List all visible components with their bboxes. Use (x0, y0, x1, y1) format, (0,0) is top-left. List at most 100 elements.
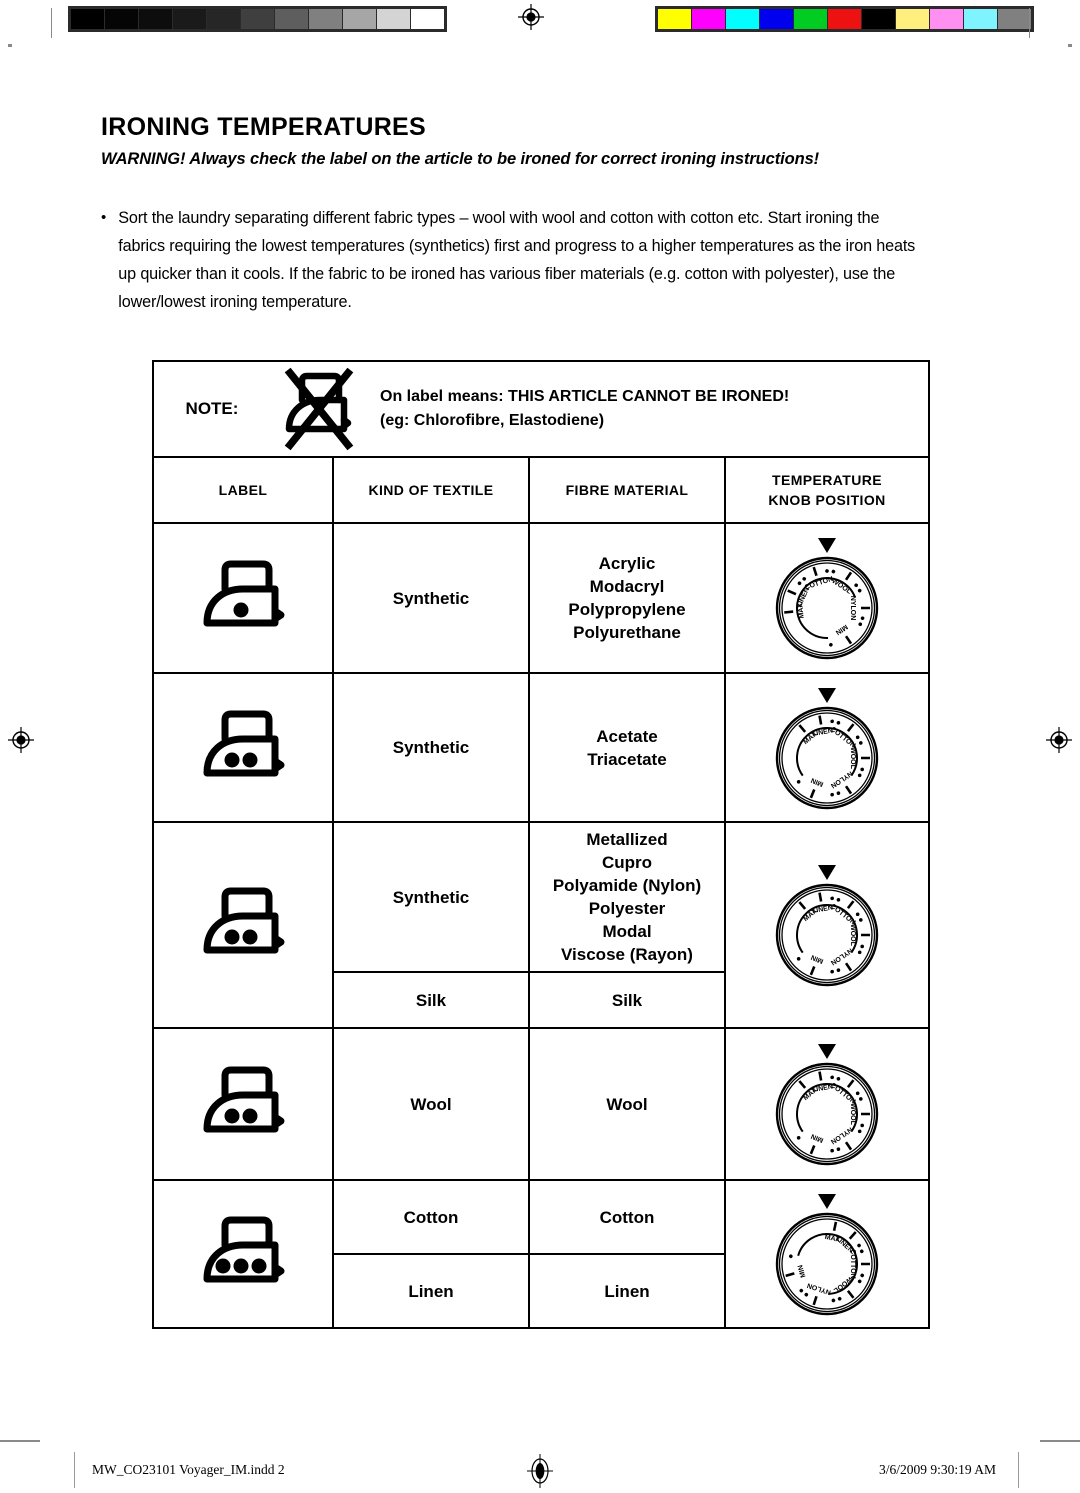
grayscale-swatch (241, 9, 275, 29)
color-swatch (896, 9, 930, 29)
label-symbol-cell (152, 522, 334, 674)
note-label: NOTE: (185, 399, 239, 418)
kind-of-textile-cell: Linen (332, 1253, 530, 1329)
table-row: Synthetic Acetate Triacetate MIN NYLON WOOL… (152, 672, 931, 823)
temperature-knob-dial: MIN NYLON WOOL COTTON LINEN MAX (726, 1038, 928, 1170)
crop-mark (8, 44, 12, 47)
fibre-material-line: Viscose (Rayon) (561, 945, 693, 964)
color-swatch (862, 9, 896, 29)
fibre-material-line: Triacetate (587, 749, 667, 769)
knob-tick-label: WOOL (849, 924, 856, 946)
grayscale-swatch (207, 9, 241, 29)
label-symbol-cell (152, 1179, 334, 1329)
note-description-line1: On label means: THIS ARTICLE CANNOT BE I… (380, 388, 790, 405)
instruction-bullet: • Sort the laundry separating different … (101, 204, 921, 316)
label-symbol-cell (152, 672, 334, 823)
knob-tick-label: COTTON (829, 903, 857, 927)
note-description-line2: (eg: Chlorofibre, Elastodiene) (380, 412, 605, 429)
crop-mark (1018, 1452, 1019, 1488)
crop-mark (1029, 8, 1030, 38)
fibre-material-cell: Cotton (528, 1179, 726, 1255)
registration-target-right (1046, 727, 1072, 753)
knob-tick-label: MIN (834, 623, 849, 636)
footer-filename: MW_CO23101 Voyager_IM.indd 2 (92, 1462, 285, 1477)
fibre-material-line: Polyamide (Nylon) (552, 876, 702, 895)
knob-tick-label: MIN (797, 1264, 807, 1278)
knob-tick-label: NYLON (849, 596, 856, 621)
column-header-temperature: TEMPERATURE KNOB POSITION (723, 456, 931, 524)
knob-pointer-triangle (818, 538, 837, 553)
knob-tick-label: MIN (810, 953, 825, 964)
footer-timestamp: 3/6/2009 9:30:19 AM (878, 1462, 996, 1477)
grayscale-swatch (71, 9, 105, 29)
kind-of-textile-cell: Silk (332, 971, 530, 1029)
process-color-control-bar (655, 6, 1034, 32)
registration-target-top (518, 4, 544, 30)
knob-tick-label: MIN (810, 776, 825, 787)
table-row: Wool Wool MIN NYLON WOOL COTTON LINEN MAX (152, 1027, 931, 1181)
temperature-knob-cell: MIN NYLON WOOL COTTON LINEN MAX (723, 821, 931, 1029)
grayscale-swatch (377, 9, 411, 29)
iron-2-dot-icon (154, 707, 332, 789)
fibre-material-cell: Linen (528, 1253, 726, 1329)
knob-tick-label: NYLON (829, 769, 853, 789)
fibre-material-line: Acetate (596, 726, 658, 746)
crop-mark (74, 1452, 75, 1488)
fibre-material-cell: Acrylic Modacryl Polypropylene Polyurethane (528, 522, 726, 674)
temperature-knob-cell: MIN NYLON WOOL COTTON LINEN MAX (723, 672, 931, 823)
table-header-row: LABEL KIND OF TEXTILE FIBRE MATERIAL TEM… (152, 456, 931, 524)
color-swatch (726, 9, 760, 29)
column-header-temperature-line2: KNOB POSITION (768, 492, 886, 508)
knob-pointer-triangle (818, 1044, 837, 1059)
kind-of-textile-cell: Synthetic (332, 672, 530, 823)
knob-tick-label: MAX (797, 602, 806, 619)
knob-tick-label: NYLON (829, 947, 853, 967)
temperature-knob-cell: MIN NYLON WOOL COTTON LINEN MAX (723, 522, 931, 674)
table-row: Synthetic Acrylic Modacryl Polypropylene Po… (152, 522, 931, 674)
registration-target-left (8, 727, 34, 753)
kind-of-textile-cell: Wool (332, 1027, 530, 1181)
temperature-knob-dial: MIN NYLON WOOL COTTON LINEN MAX (726, 682, 928, 814)
knob-pointer-triangle (818, 865, 837, 880)
temperature-knob-dial: MIN NYLON WOOL COTTON LINEN MAX (726, 1188, 928, 1320)
crop-mark (51, 8, 52, 38)
kind-of-textile-cell: Synthetic (332, 821, 530, 973)
table-row: Synthetic Metallized Cupro Polyamide (Nylo… (152, 821, 931, 1029)
temperature-knob-dial: MIN NYLON WOOL COTTON LINEN MAX (726, 859, 928, 991)
page-footer: MW_CO23101 Voyager_IM.indd 2 3/6/2009 9:… (0, 1442, 1080, 1490)
fibre-material-line: Modacryl (589, 577, 665, 596)
kind-of-textile-cell: Cotton (332, 1179, 530, 1255)
color-swatch (930, 9, 964, 29)
fibre-material-line: Polyurethane (573, 623, 681, 642)
knob-tick-label: MIN (810, 1132, 825, 1143)
color-swatch (794, 9, 828, 29)
grayscale-swatch (105, 9, 139, 29)
iron-1-dot-icon (154, 557, 332, 639)
fibre-material-line: Modal (602, 922, 652, 941)
ironing-temperature-table: NOTE: On label means: THIS ARTICLE CANNO… (151, 360, 931, 1329)
temperature-knob-cell: MIN NYLON WOOL COTTON LINEN MAX (723, 1027, 931, 1181)
knob-tick-label: NYLON (806, 1281, 831, 1295)
fibre-material-cell: Wool (528, 1027, 726, 1181)
fibre-material-line: Polypropylene (568, 600, 686, 619)
grayscale-swatch (173, 9, 207, 29)
note-description: On label means: THIS ARTICLE CANNOT BE I… (366, 385, 928, 433)
knob-tick-label: NYLON (829, 1126, 853, 1146)
color-swatch (760, 9, 794, 29)
knob-tick-label: WOOL (849, 1103, 856, 1125)
grayscale-swatch (139, 9, 173, 29)
color-swatch (658, 9, 692, 29)
column-header-label: LABEL (152, 456, 334, 524)
fibre-material-cell: Metallized Cupro Polyamide (Nylon) Polyeste… (528, 821, 726, 973)
knob-tick-label: COTTON (829, 1082, 857, 1106)
grayscale-swatch (275, 9, 309, 29)
color-swatch (998, 9, 1031, 29)
fibre-material-line: Acrylic (598, 554, 656, 573)
grayscale-swatch (309, 9, 343, 29)
grayscale-swatch (411, 9, 444, 29)
fibre-material-cell: Acetate Triacetate (528, 672, 726, 823)
label-symbol-cell (152, 1027, 334, 1181)
fibre-material-cell: Silk (528, 971, 726, 1029)
column-header-temperature-line1: TEMPERATURE (772, 472, 882, 488)
crop-mark (1068, 44, 1072, 47)
